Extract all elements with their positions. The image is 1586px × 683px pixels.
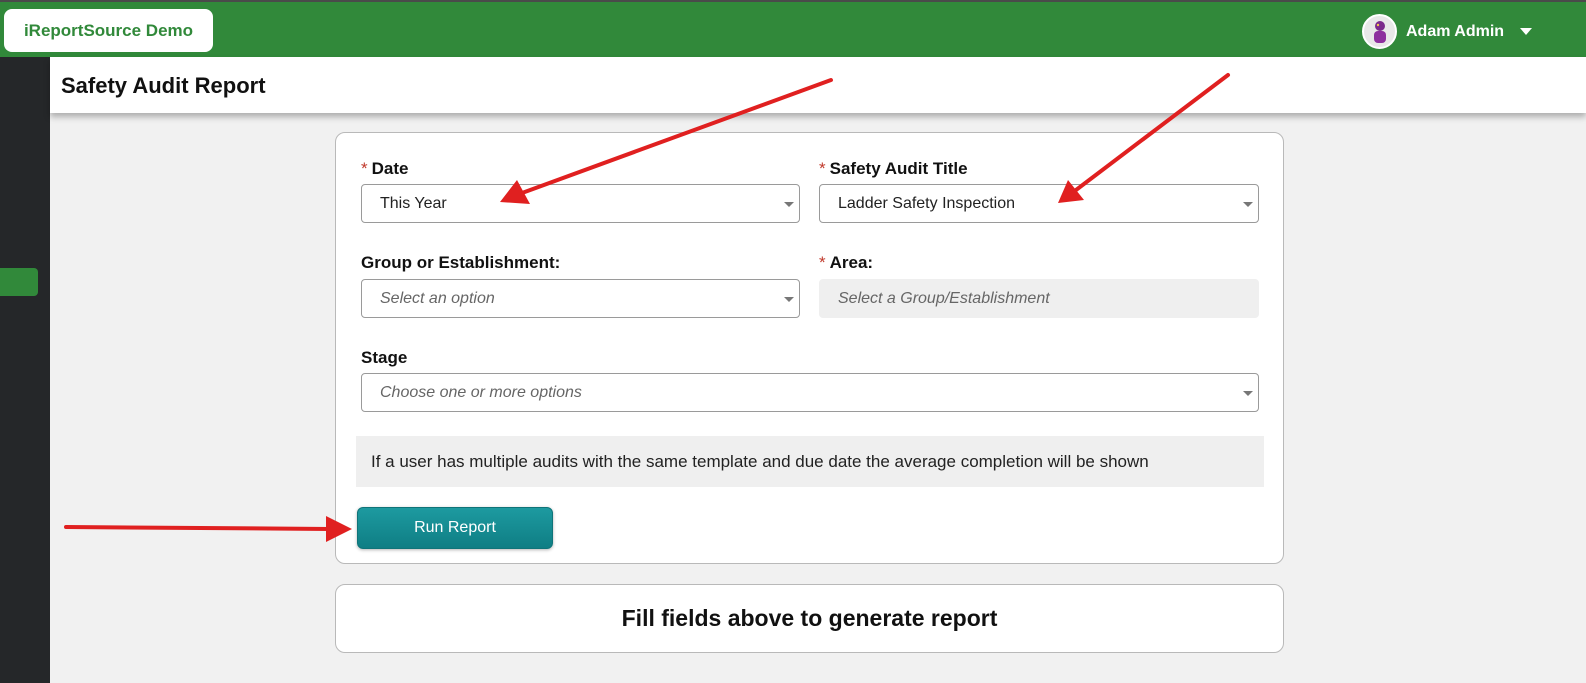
group-label-text: Group or Establishment: — [361, 253, 561, 272]
required-mark: * — [819, 159, 826, 178]
area-select-placeholder: Select a Group/Establishment — [838, 289, 1050, 307]
audit-title-label-text: Safety Audit Title — [829, 159, 968, 178]
date-select[interactable]: This Year — [361, 184, 800, 223]
sidebar — [0, 57, 50, 683]
dropdown-arrow-icon — [784, 202, 794, 207]
info-note: If a user has multiple audits with the s… — [356, 436, 1264, 487]
brand-name: iReportSource Demo — [23, 20, 194, 40]
page-header: Safety Audit Report — [50, 57, 1586, 113]
group-label: Group or Establishment: — [361, 253, 560, 273]
area-select: Select a Group/Establishment — [819, 279, 1259, 318]
group-select[interactable]: Select an option — [361, 279, 800, 318]
dropdown-arrow-icon — [784, 297, 794, 302]
area-label: * Area: — [819, 253, 873, 273]
result-message: Fill fields above to generate report — [621, 605, 998, 631]
required-mark: * — [819, 253, 826, 272]
dropdown-arrow-icon — [1243, 202, 1253, 207]
date-select-value: This Year — [380, 194, 447, 212]
report-form-card: * Date This Year * Safety Audit Title Ladd… — [335, 132, 1284, 564]
group-select-placeholder: Select an option — [380, 289, 495, 307]
avatar-figure-icon — [1373, 20, 1386, 43]
date-label-text: Date — [371, 159, 409, 178]
top-navbar: iReportSource Demo Adam Admin — [0, 0, 1586, 57]
audit-title-select-value: Ladder Safety Inspection — [838, 194, 1016, 212]
user-avatar — [1362, 14, 1397, 49]
audit-title-select[interactable]: Ladder Safety Inspection — [819, 184, 1259, 223]
annotation-arrow-run-report — [64, 516, 352, 542]
stage-label: Stage — [361, 348, 407, 368]
page-title: Safety Audit Report — [61, 73, 266, 98]
run-report-label: Run Report — [414, 519, 496, 536]
user-name: Adam Admin — [1406, 22, 1505, 40]
stage-label-text: Stage — [361, 348, 408, 367]
chevron-down-icon[interactable] — [1520, 28, 1533, 35]
brand-logo-button[interactable]: iReportSource Demo — [4, 9, 213, 52]
sidebar-active-item[interactable] — [0, 268, 38, 296]
info-note-text: If a user has multiple audits with the s… — [371, 451, 1149, 471]
report-result-card: Fill fields above to generate report — [335, 584, 1284, 653]
stage-multiselect[interactable]: Choose one or more options — [361, 373, 1259, 412]
dropdown-arrow-icon — [1243, 391, 1253, 396]
area-label-text: Area: — [829, 253, 874, 272]
required-mark: * — [361, 159, 368, 178]
date-label: * Date — [361, 159, 408, 179]
run-report-button[interactable]: Run Report — [357, 507, 553, 549]
user-menu[interactable]: Adam Admin — [1362, 14, 1533, 49]
stage-select-placeholder: Choose one or more options — [380, 383, 582, 401]
audit-title-label: * Safety Audit Title — [819, 159, 968, 179]
